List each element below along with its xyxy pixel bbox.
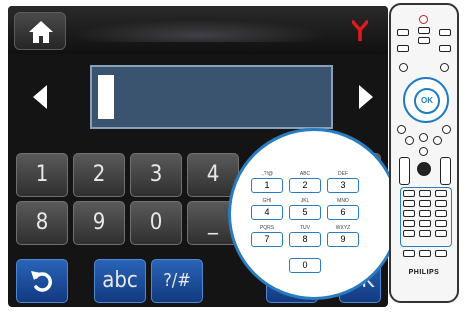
key-2-letters: ABC <box>299 171 311 177</box>
remote-bottom-key <box>403 250 415 257</box>
remote-bottom-key <box>435 250 447 257</box>
remote-dpad: OK <box>403 77 449 123</box>
mute-button <box>417 162 431 176</box>
remote-key-0: 0 <box>289 258 321 273</box>
key-8-letters: TUV <box>300 225 310 231</box>
remote-round-button <box>419 147 428 156</box>
remote-top-button <box>397 29 409 36</box>
remote-key-3: 3 <box>327 178 359 193</box>
brand-logo: PHILIPS <box>408 269 440 276</box>
remote-control: OK PHILIPS <box>389 3 459 303</box>
remote-ok-button: OK <box>414 88 440 114</box>
remote-top-button <box>418 27 430 34</box>
key-9-letters: WXYZ <box>335 225 351 231</box>
remote-round-button <box>433 136 442 145</box>
remote-round-button <box>405 136 414 145</box>
keypad-highlight <box>400 187 452 247</box>
key-3-letters: DEF <box>338 171 348 177</box>
keypad-magnifier: .,?!@ 1 ABC 2 DEF 3 GHI 4 JKL 5 MNO 6 PQ… <box>228 128 400 300</box>
remote-key-2: 2 <box>289 178 321 193</box>
channel-rocker <box>440 157 451 185</box>
remote-top-button <box>418 37 430 44</box>
remote-top-button <box>439 45 451 52</box>
key-4-letters: GHI <box>262 198 272 204</box>
remote-key-7: 7 <box>251 232 283 247</box>
remote-top-button <box>397 45 409 52</box>
remote-key-9: 9 <box>327 232 359 247</box>
remote-round-button <box>442 125 451 134</box>
volume-rocker <box>399 157 410 185</box>
remote-key-4: 4 <box>251 205 283 220</box>
remote-key-8: 8 <box>289 232 321 247</box>
key-5-letters: JKL <box>300 198 310 204</box>
remote-key-5: 5 <box>289 205 321 220</box>
remote-round-button <box>440 63 449 72</box>
play-pause-icon <box>419 133 428 142</box>
key-7-letters: PQRS <box>259 225 275 231</box>
key-1-letters: .,?!@ <box>260 171 274 177</box>
remote-key-1: 1 <box>251 178 283 193</box>
remote-key-6: 6 <box>327 205 359 220</box>
remote-top-button <box>439 29 451 36</box>
remote-round-button <box>397 125 406 134</box>
remote-bottom-key <box>419 250 431 257</box>
power-icon <box>419 15 428 24</box>
remote-round-button <box>399 63 408 72</box>
key-6-letters: MNO <box>337 198 349 204</box>
